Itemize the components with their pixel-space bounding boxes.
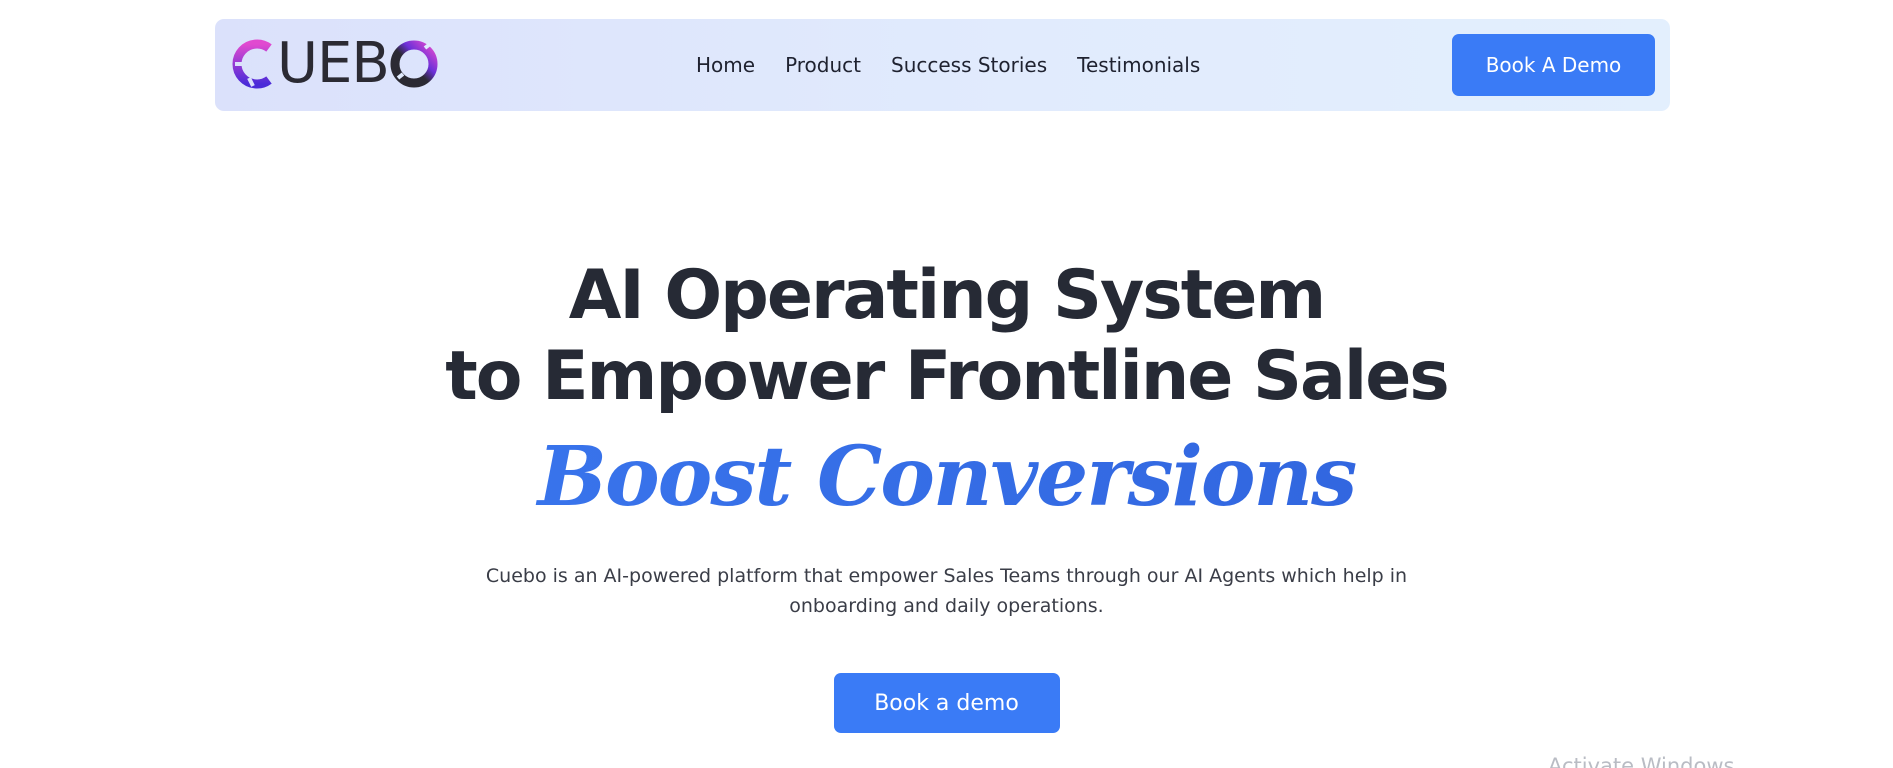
hero-title-line-1: AI Operating System	[568, 256, 1326, 335]
cuebo-logo[interactable]: UEB CUEBO	[229, 31, 439, 97]
logo-c-ring-icon	[232, 39, 272, 89]
top-navbar: UEB CUEBO Home Product Success Stories T…	[215, 19, 1670, 111]
nav-testimonials[interactable]: Testimonials	[1077, 53, 1200, 77]
hero-accent-heading: Boost Conversions	[0, 429, 1893, 525]
book-a-demo-header-button[interactable]: Book A Demo	[1452, 34, 1655, 96]
hero-description: Cuebo is an AI-powered platform that emp…	[485, 565, 1408, 617]
nav-home[interactable]: Home	[696, 53, 755, 77]
main-nav: Home Product Success Stories Testimonial…	[696, 19, 1200, 111]
logo-o-ring-icon	[390, 40, 438, 88]
hero-title: AI Operating System to Empower Frontline…	[0, 255, 1893, 417]
book-a-demo-hero-button[interactable]: Book a demo	[833, 673, 1060, 733]
activate-windows-watermark: Activate Windows	[1548, 754, 1735, 768]
nav-product[interactable]: Product	[785, 53, 861, 77]
hero-section: AI Operating System to Empower Frontline…	[0, 255, 1893, 733]
logo-wordmark: UEB	[277, 31, 390, 96]
nav-success-stories[interactable]: Success Stories	[891, 53, 1047, 77]
hero-title-line-2: to Empower Frontline Sales	[445, 337, 1450, 416]
